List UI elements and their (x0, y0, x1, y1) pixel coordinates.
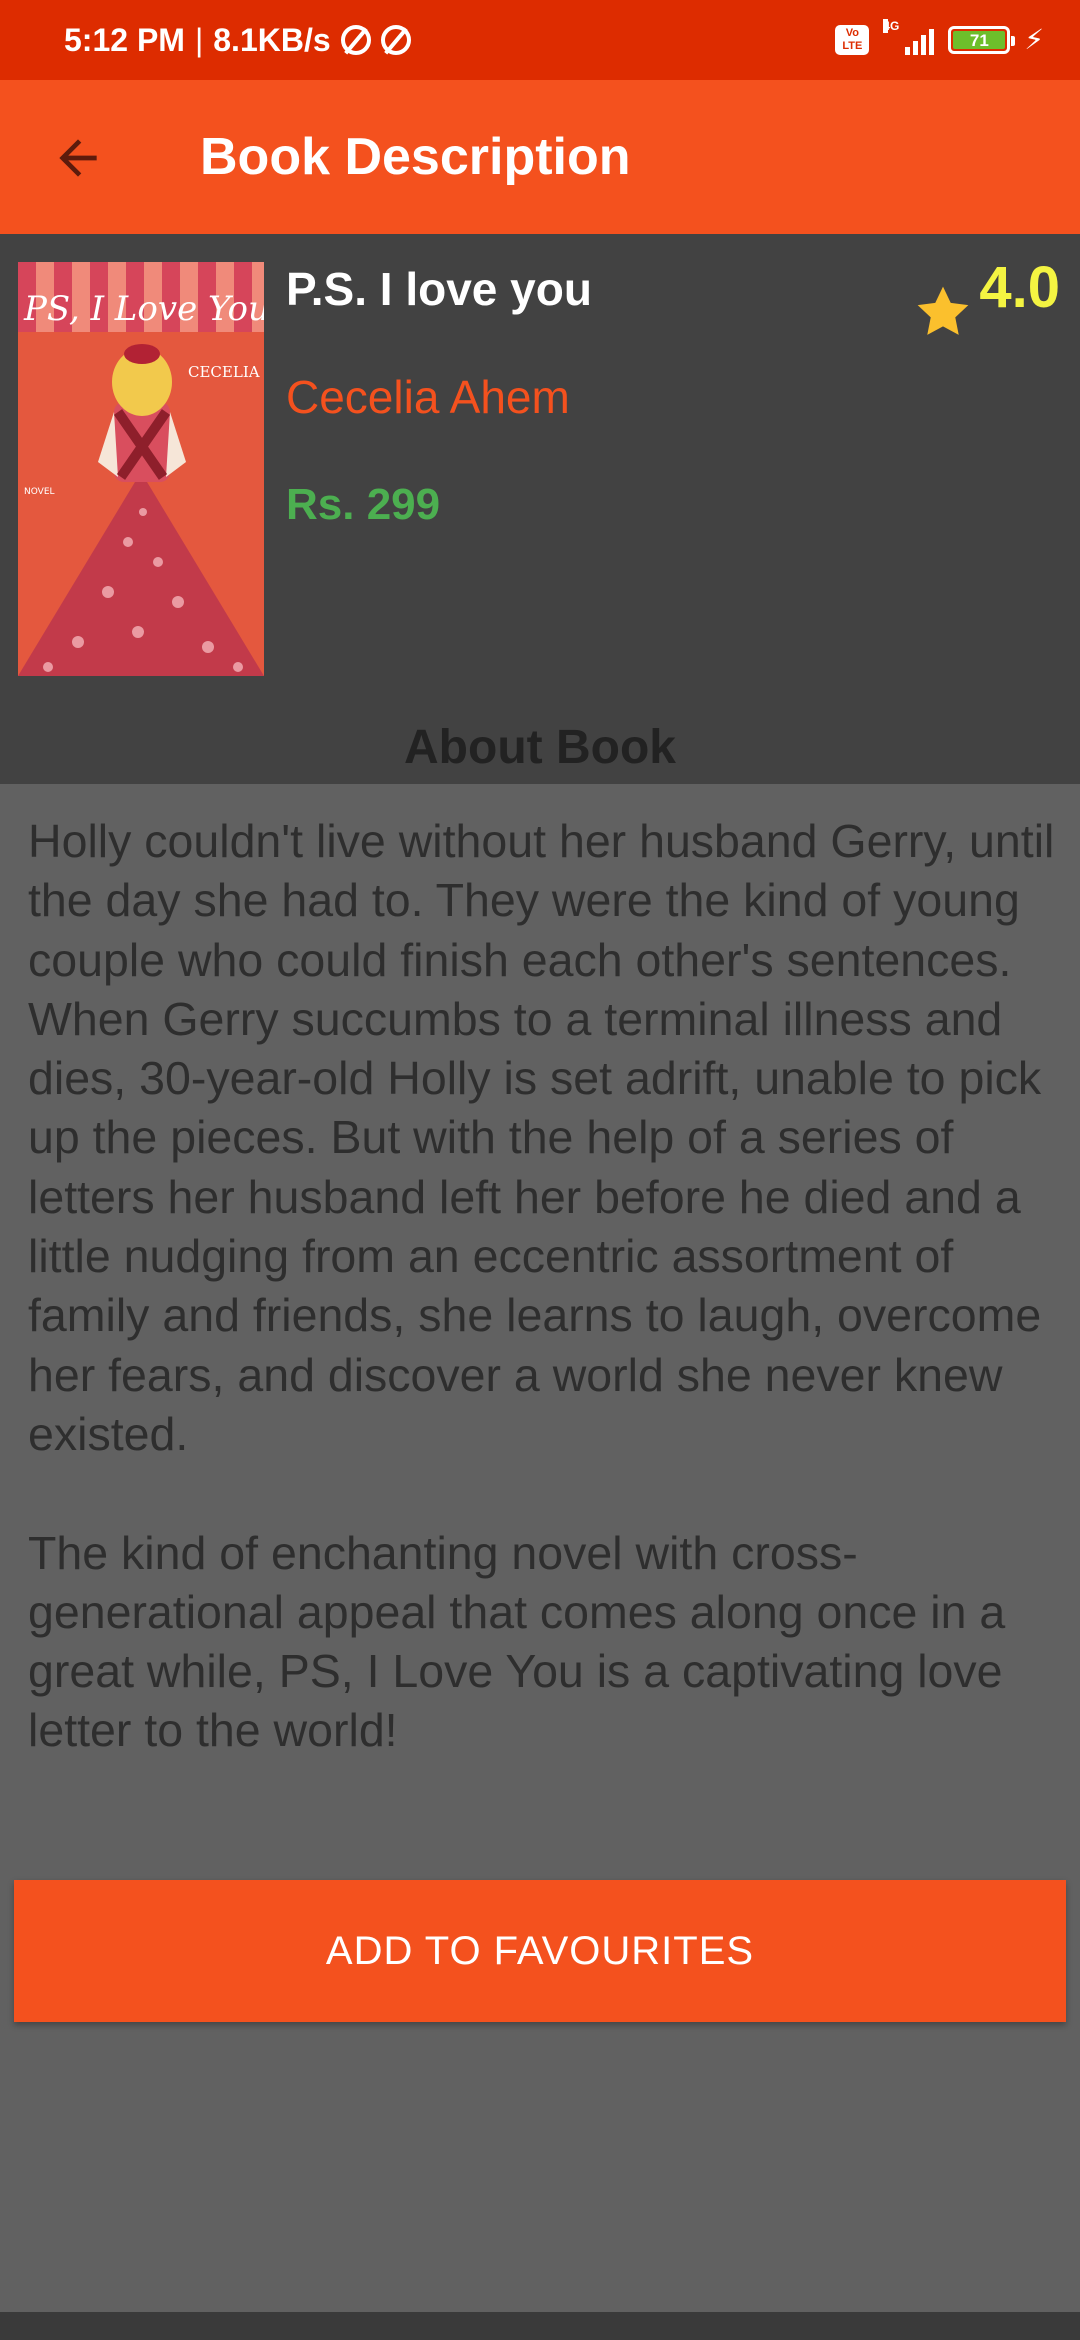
status-divider: | (194, 21, 204, 58)
volte-icon: Vo LTE (835, 25, 870, 55)
description-paragraph-2: The kind of enchanting novel with cross-… (28, 1526, 1006, 1757)
status-left: 5:12 PM | 8.1KB/s (64, 0, 411, 80)
description-paragraph-1: Holly couldn't live without her husband … (28, 815, 1055, 1460)
book-cover-art: PS, I Love You CECELIA AHERN NOVEL (18, 262, 264, 676)
book-description: Holly couldn't live without her husband … (28, 812, 1058, 1761)
cover-author: CECELIA AHERN (188, 363, 264, 381)
book-price: Rs. 299 (286, 480, 441, 529)
book-author: Cecelia Ahem (286, 371, 570, 423)
star-icon (918, 286, 969, 335)
network-type: 4G (883, 19, 900, 33)
app-bar: Book Description (0, 80, 1080, 234)
status-bar: 5:12 PM | 8.1KB/s Vo LTE 4G 71 ⚡ (0, 0, 1080, 80)
status-time: 5:12 PM (64, 21, 185, 58)
book-cover-image: PS, I Love You CECELIA AHERN NOVEL (18, 262, 264, 676)
battery-level: 71 (953, 31, 1006, 50)
sync-off-icon (380, 25, 411, 55)
arrow-back-icon[interactable] (50, 130, 106, 186)
battery-icon: 71 (948, 26, 1016, 54)
book-rating: 4.0 (911, 254, 1060, 344)
cover-title: PS, I Love You (23, 289, 264, 329)
signal-icon: 4G (883, 19, 935, 55)
data-saver-icon (340, 25, 371, 55)
cover-label: NOVEL (24, 487, 55, 497)
about-book-heading: About Book (404, 721, 676, 774)
status-network-speed: 8.1KB/s (213, 21, 331, 58)
page-title: Book Description (200, 128, 631, 186)
add-to-favourites-button[interactable]: ADD TO FAVOURITES (14, 1880, 1066, 2022)
charging-icon: ⚡ (1024, 24, 1044, 55)
book-title: P.S. I love you (286, 263, 592, 315)
status-right: Vo LTE 4G 71 ⚡ (835, 0, 1044, 80)
book-header: PS, I Love You CECELIA AHERN NOVEL P.S. … (0, 234, 1080, 784)
navigation-bar-edge (0, 2312, 1080, 2340)
rating-value: 4.0 (979, 255, 1060, 320)
